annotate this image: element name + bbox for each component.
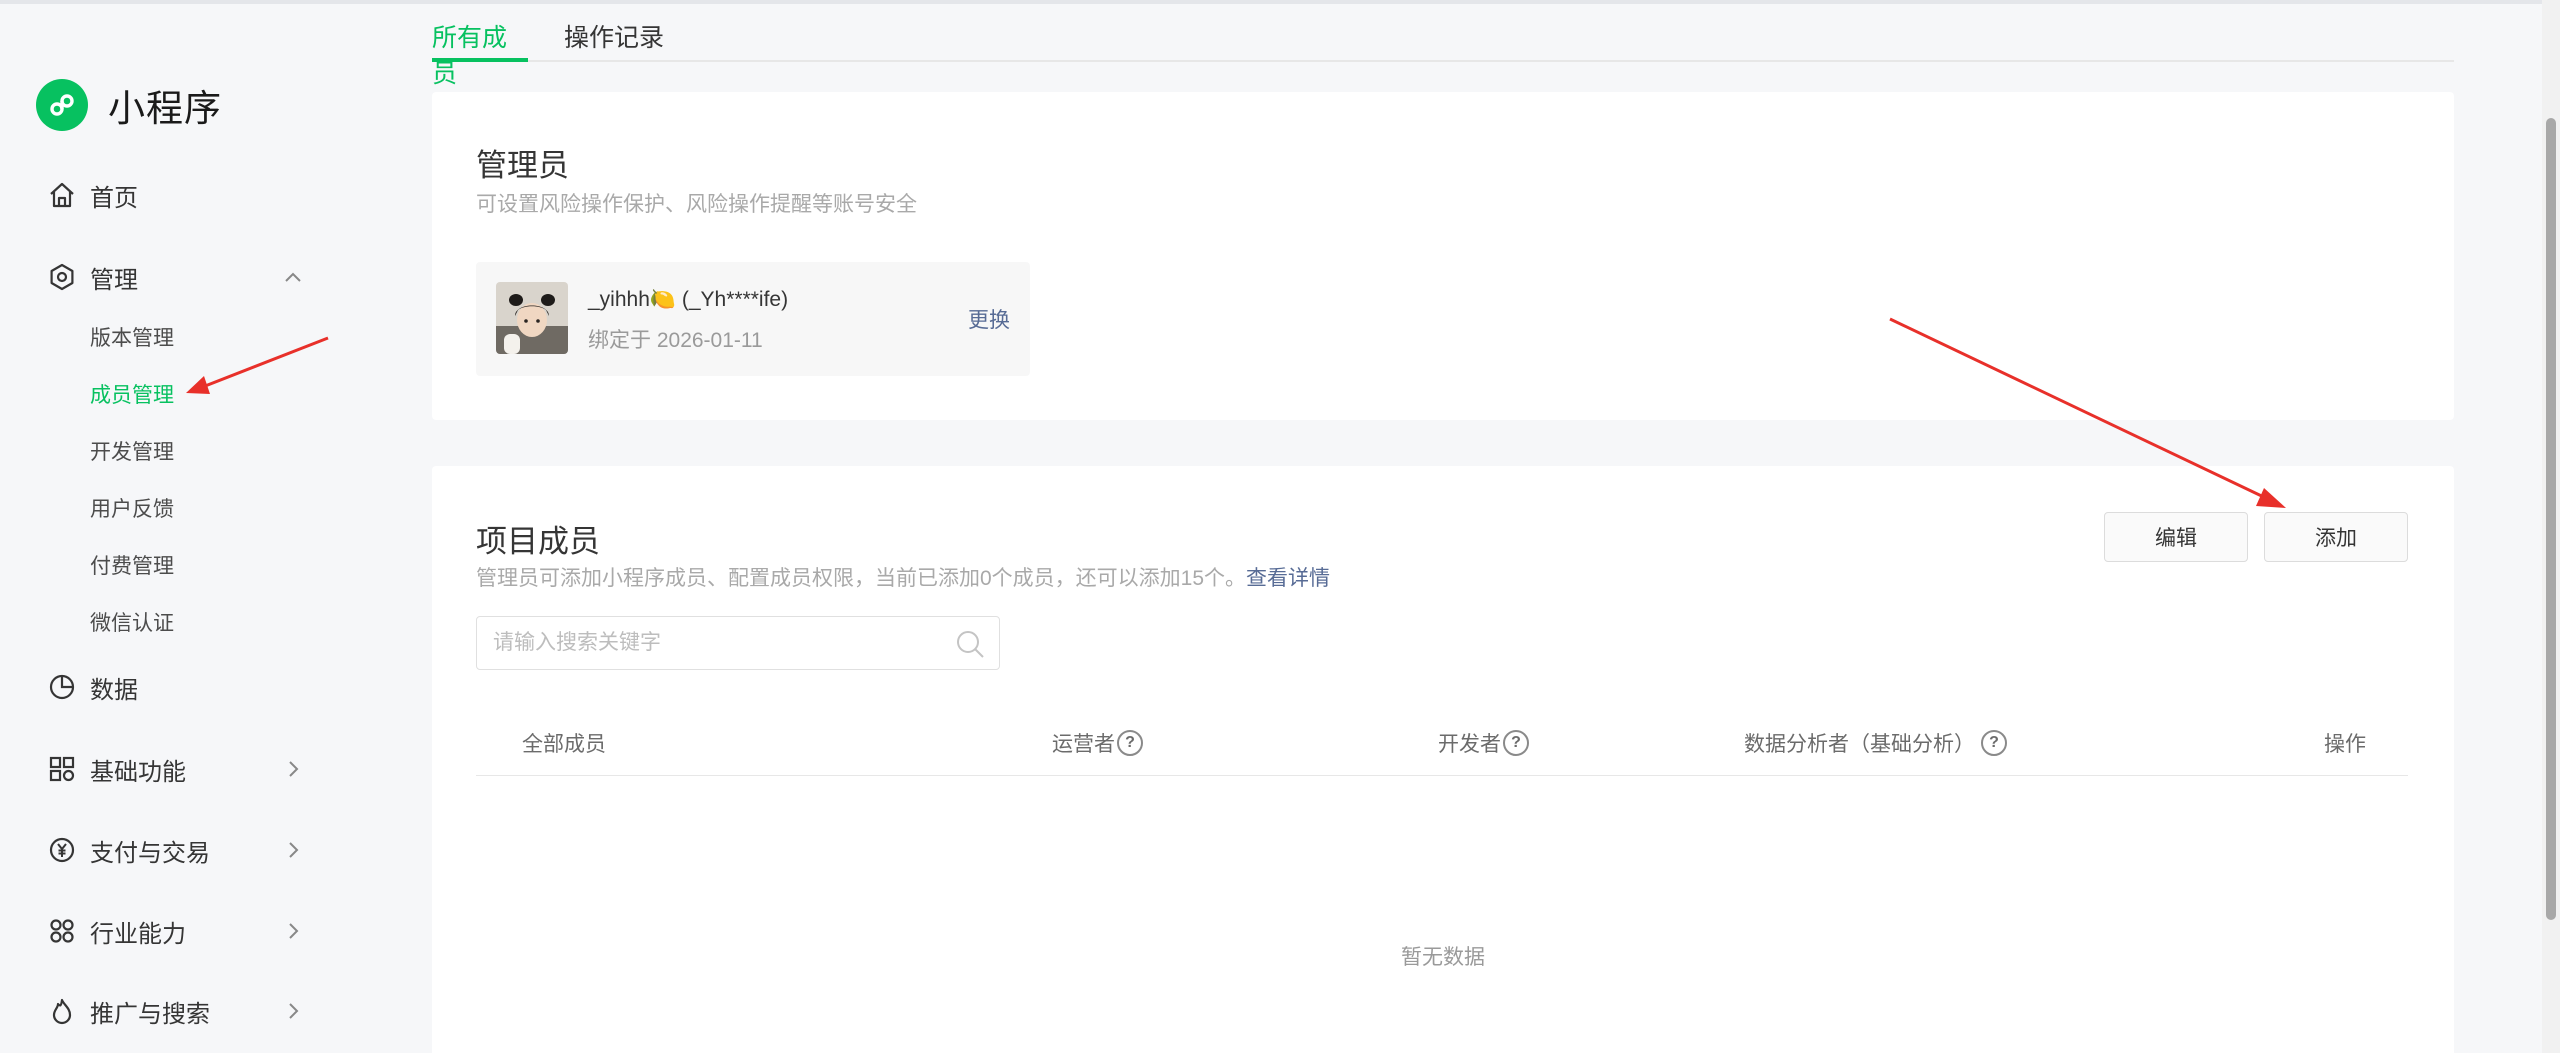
industry-icon (46, 915, 78, 947)
home-icon (46, 179, 78, 211)
sidebar-item-feedback[interactable]: 用户反馈 (90, 488, 174, 528)
sidebar-item-version[interactable]: 版本管理 (90, 317, 174, 357)
nav-item-industry[interactable]: 行业能力 (46, 906, 306, 956)
add-button[interactable]: 添加 (2264, 512, 2408, 562)
nav-label: 推广与搜索 (90, 1000, 210, 1028)
column-operator: 运营者 ? (1052, 728, 1143, 758)
miniprogram-logo-icon (36, 79, 88, 131)
nav-item-data[interactable]: 数据 (46, 662, 306, 712)
nav-item-manage[interactable]: 管理 (46, 252, 306, 302)
help-icon[interactable]: ? (1117, 730, 1143, 756)
flame-icon (46, 995, 78, 1027)
admin-bind-date: 绑定于 2026-01-11 (588, 329, 763, 352)
members-desc: 管理员可添加小程序成员、配置成员权限，当前已添加0个成员，还可以添加15个。查看… (476, 562, 1330, 592)
column-label: 数据分析者（基础分析） (1744, 733, 1975, 756)
empty-state: 暂无数据 (1401, 946, 1485, 969)
nav-label: 行业能力 (90, 920, 186, 948)
nav-item-promote[interactable]: 推广与搜索 (46, 986, 306, 1036)
nav-label: 支付与交易 (90, 839, 210, 867)
scrollbar-thumb[interactable] (2546, 118, 2556, 920)
nav-label: 管理 (90, 266, 138, 294)
admin-info: _yihhh🍋 (_Yh****ife) 绑定于 2026-01-11 更换 (476, 262, 1030, 376)
column-label: 开发者 (1438, 733, 1501, 756)
manage-icon (46, 261, 78, 293)
chevron-right-icon (280, 998, 306, 1024)
column-label: 运营者 (1052, 733, 1115, 756)
members-desc-text: 管理员可添加小程序成员、配置成员权限，当前已添加0个成员，还可以添加15个。 (476, 567, 1247, 590)
chevron-right-icon (280, 837, 306, 863)
nav-item-pay[interactable]: 支付与交易 (46, 825, 306, 875)
brand[interactable]: 小程序 (36, 78, 222, 132)
grid-icon (46, 753, 78, 785)
sidebar: 小程序 首页 管理 版本管理 成员管理 开发管理 用户反馈 付费管理 微信认证 … (0, 4, 400, 1053)
members-table-header: 全部成员 运营者 ? 开发者 ? 数据分析者（基础分析） ? 操作 (476, 706, 2408, 776)
nav-label: 数据 (90, 676, 138, 704)
chevron-right-icon (280, 756, 306, 782)
admin-desc: 可设置风险操作保护、风险操作提醒等账号安全 (476, 193, 917, 216)
admin-name: _yihhh🍋 (_Yh****ife) (588, 288, 789, 311)
view-details-link[interactable]: 查看详情 (1246, 567, 1330, 590)
column-developer: 开发者 ? (1438, 728, 1529, 758)
change-admin-link[interactable]: 更换 (968, 304, 1010, 334)
member-tabs: 所有成员 操作记录 (432, 10, 2454, 88)
sidebar-item-wechat-auth[interactable]: 微信认证 (90, 602, 174, 642)
members-card: 项目成员 管理员可添加小程序成员、配置成员权限，当前已添加0个成员，还可以添加1… (432, 466, 2454, 1053)
scrollbar[interactable] (2542, 0, 2560, 1053)
yen-coin-icon (46, 834, 78, 866)
tab-operation-log[interactable]: 操作记录 (564, 18, 664, 62)
brand-name: 小程序 (108, 88, 222, 129)
chevron-right-icon (280, 918, 306, 944)
nav-label: 基础功能 (90, 758, 186, 786)
members-title: 项目成员 (476, 524, 600, 559)
sidebar-item-members[interactable]: 成员管理 (90, 374, 174, 414)
nav-item-home[interactable]: 首页 (46, 170, 306, 220)
column-action: 操作 (2324, 728, 2366, 758)
column-label: 全部成员 (522, 733, 606, 756)
help-icon[interactable]: ? (1503, 730, 1529, 756)
search-icon[interactable] (955, 629, 985, 659)
admin-title: 管理员 (476, 148, 569, 183)
nav-label: 首页 (90, 184, 138, 212)
admin-card: 管理员 可设置风险操作保护、风险操作提醒等账号安全 _yihhh🍋 (_Yh**… (432, 92, 2454, 420)
pie-chart-icon (46, 671, 78, 703)
edit-button[interactable]: 编辑 (2104, 512, 2248, 562)
sidebar-item-dev[interactable]: 开发管理 (90, 431, 174, 471)
nav-item-basic[interactable]: 基础功能 (46, 744, 306, 794)
column-label: 操作 (2324, 733, 2366, 756)
member-search (476, 616, 1000, 670)
column-all-members[interactable]: 全部成员 (522, 728, 606, 758)
chevron-up-icon (280, 264, 306, 290)
help-icon[interactable]: ? (1981, 730, 2007, 756)
avatar (496, 282, 568, 354)
sidebar-item-payment-manage[interactable]: 付费管理 (90, 545, 174, 585)
column-analyst: 数据分析者（基础分析） ? (1744, 728, 2007, 758)
tab-all-members[interactable]: 所有成员 (432, 18, 528, 88)
search-input[interactable] (493, 617, 933, 669)
